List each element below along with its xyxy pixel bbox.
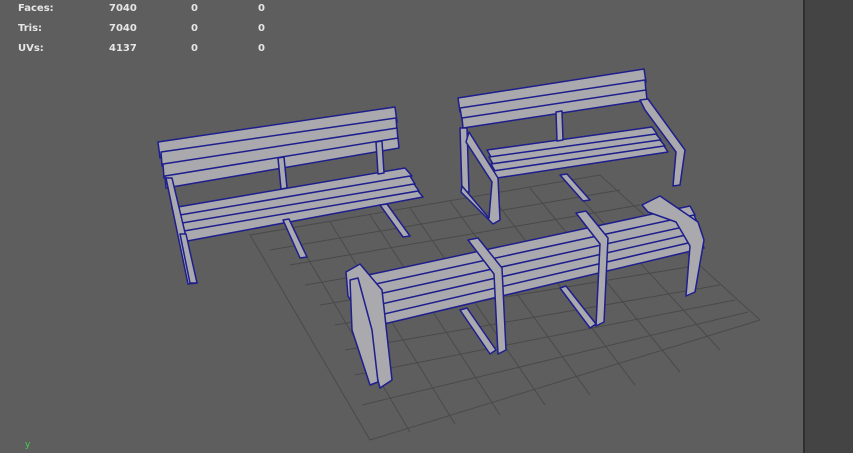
hud-value: 4137 (109, 43, 137, 54)
hud-value: 0 (191, 23, 198, 34)
hud-label: Tris: (18, 23, 43, 34)
hud-value: 7040 (109, 3, 137, 14)
axis-indicator-y: y (25, 440, 31, 450)
hud-row-faces: Faces: 7040 0 0 (18, 3, 278, 23)
hud-value: 0 (191, 43, 198, 54)
hud-value: 0 (258, 43, 265, 54)
poly-count-hud: Faces: 7040 0 0 Tris: 7040 0 0 UVs: 4137… (18, 3, 278, 63)
hud-row-uvs: UVs: 4137 0 0 (18, 43, 278, 63)
hud-value: 0 (258, 23, 265, 34)
bench-without-armrests[interactable] (157, 106, 424, 285)
hud-label: UVs: (18, 43, 44, 54)
hud-label: Faces: (18, 3, 54, 14)
hud-value: 7040 (109, 23, 137, 34)
hud-row-tris: Tris: 7040 0 0 (18, 23, 278, 43)
right-side-panel[interactable] (803, 0, 853, 453)
3d-viewport[interactable]: Faces: 7040 0 0 Tris: 7040 0 0 UVs: 4137… (0, 0, 803, 453)
hud-value: 0 (191, 3, 198, 14)
hud-value: 0 (258, 3, 265, 14)
viewport-scene[interactable] (0, 0, 803, 453)
